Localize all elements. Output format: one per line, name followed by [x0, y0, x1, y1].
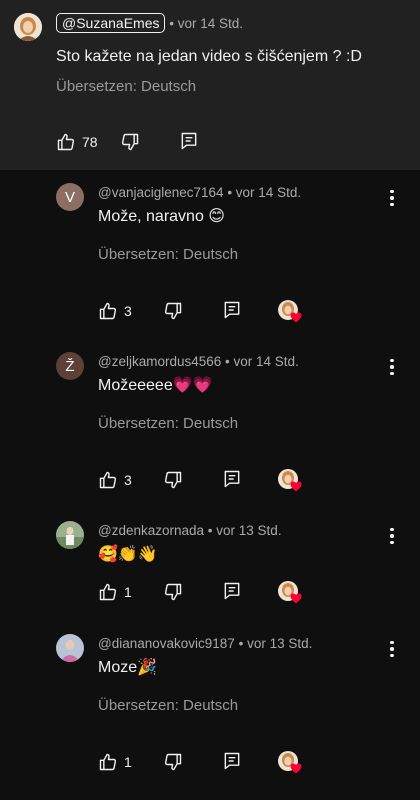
- comment-reply-icon: [224, 301, 240, 319]
- reply-button[interactable]: [222, 581, 242, 601]
- comment-meta: @vanjaciglenec7164 • vor 14 Std.: [98, 185, 302, 200]
- translate-link[interactable]: Übersetzen: Deutsch: [98, 415, 238, 432]
- like-count: 78: [82, 134, 98, 150]
- author-avatar[interactable]: Ž: [56, 352, 84, 380]
- reply-button[interactable]: [179, 131, 199, 151]
- more-vert-icon[interactable]: [382, 186, 402, 210]
- timestamp: vor 14 Std.: [233, 354, 299, 369]
- like-button[interactable]: 3: [98, 301, 132, 321]
- timestamp: vor 14 Std.: [177, 16, 244, 31]
- translate-link[interactable]: Übersetzen: Deutsch: [98, 246, 238, 263]
- more-vert-icon[interactable]: [382, 524, 402, 548]
- creator-heart-badge: [278, 581, 302, 604]
- dislike-button[interactable]: [163, 752, 183, 772]
- comment-reply-icon: [224, 582, 240, 600]
- avatar-letter: V: [64, 188, 75, 206]
- dislike-button[interactable]: [163, 470, 183, 490]
- comment-text: Sto kažete na jedan video s čišćenjem ? …: [56, 48, 362, 65]
- like-count: 3: [124, 472, 132, 488]
- author-avatar[interactable]: [56, 634, 84, 662]
- reply-button[interactable]: [222, 469, 242, 489]
- timestamp: vor 13 Std.: [247, 636, 313, 651]
- more-vert-icon[interactable]: [382, 637, 402, 661]
- like-count: 3: [124, 303, 132, 319]
- dislike-button[interactable]: [163, 582, 183, 602]
- thumb-up-icon: [99, 583, 117, 601]
- comment-meta: @diananovakovic9187 • vor 13 Std.: [98, 636, 313, 651]
- creator-heart-icon: [290, 593, 302, 604]
- thumb-down-icon: [121, 133, 139, 151]
- comment-text: Možeeeee💗💗: [98, 377, 213, 394]
- comment-text: Moze🎉: [98, 659, 158, 676]
- like-button[interactable]: 1: [98, 582, 132, 602]
- author-handle[interactable]: @vanjaciglenec7164: [98, 185, 224, 200]
- thumb-down-icon: [164, 302, 182, 320]
- author-handle[interactable]: @SuzanaEmes: [56, 13, 166, 33]
- like-button[interactable]: 78: [56, 132, 98, 152]
- comment-meta: @zdenkazornada • vor 13 Std.: [98, 523, 282, 538]
- creator-heart-icon: [290, 481, 302, 492]
- creator-heart-badge: [278, 469, 302, 492]
- like-count: 1: [124, 584, 132, 600]
- translate-link[interactable]: Übersetzen: Deutsch: [98, 697, 238, 714]
- reply-button[interactable]: [222, 751, 242, 771]
- comment-text: 🥰👏👋: [98, 546, 158, 563]
- like-button[interactable]: 1: [98, 752, 132, 772]
- like-count: 1: [124, 754, 132, 770]
- thumb-down-icon: [164, 471, 182, 489]
- author-avatar[interactable]: [56, 521, 84, 549]
- timestamp: vor 14 Std.: [235, 185, 302, 200]
- avatar-letter: Ž: [65, 357, 75, 375]
- author-avatar[interactable]: V: [56, 183, 84, 211]
- timestamp: vor 13 Std.: [216, 523, 282, 538]
- thumb-up-icon: [99, 302, 117, 320]
- more-vert-icon[interactable]: [382, 355, 402, 379]
- creator-heart-badge: [278, 300, 302, 323]
- thumb-down-icon: [164, 583, 182, 601]
- creator-heart-badge: [278, 751, 302, 774]
- comment-reply-icon: [224, 752, 240, 770]
- comment-text: Može, naravno 😊: [98, 208, 225, 225]
- thumb-up-icon: [57, 133, 75, 151]
- author-handle[interactable]: @zdenkazornada: [98, 523, 204, 538]
- parent-comment: @SuzanaEmes • vor 14 Std. Sto kažete na …: [0, 0, 420, 170]
- author-handle[interactable]: @zeljkamordus4566: [98, 354, 221, 369]
- dislike-button[interactable]: [120, 132, 140, 152]
- comment-reply-icon: [224, 470, 240, 488]
- comment-reply-icon: [181, 132, 197, 150]
- reply-button[interactable]: [222, 300, 242, 320]
- translate-link[interactable]: Übersetzen: Deutsch: [56, 78, 196, 95]
- creator-heart-icon: [290, 763, 302, 774]
- thumb-up-icon: [99, 471, 117, 489]
- comment-meta: @SuzanaEmes • vor 14 Std.: [56, 13, 243, 33]
- author-handle[interactable]: @diananovakovic9187: [98, 636, 235, 651]
- thumb-down-icon: [164, 753, 182, 771]
- author-avatar[interactable]: [14, 13, 42, 41]
- thumb-up-icon: [99, 753, 117, 771]
- dislike-button[interactable]: [163, 301, 183, 321]
- creator-heart-icon: [290, 312, 302, 323]
- like-button[interactable]: 3: [98, 470, 132, 490]
- comment-meta: @zeljkamordus4566 • vor 14 Std.: [98, 354, 299, 369]
